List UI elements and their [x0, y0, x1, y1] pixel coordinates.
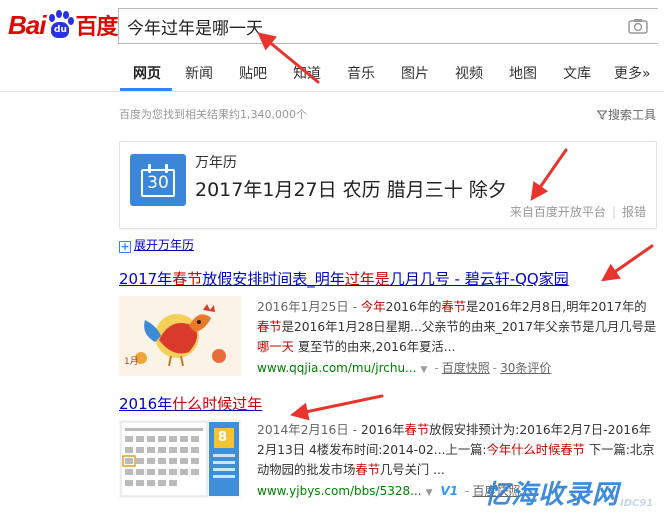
tab-news[interactable]: 新闻 [185, 63, 213, 83]
tab-images[interactable]: 图片 [401, 63, 429, 83]
header: Bai du 百度 [0, 0, 664, 54]
filter-icon [596, 110, 608, 120]
watermark-small: IDC91 [620, 498, 654, 509]
tab-zhidao[interactable]: 知道 [293, 63, 321, 83]
calendar-card: 30 万年历 2017年1月27日 农历 腊月三十 除夕 来自百度开放平台 | 报错 [119, 141, 657, 229]
search-tools-label: 搜索工具 [607, 108, 656, 122]
expand-calendar-label: 展开万年历 [134, 238, 195, 252]
annotation-arrow [601, 244, 654, 282]
calendar-icon: 30 [130, 154, 186, 206]
comments-link-1[interactable]: 30条评价 [500, 361, 551, 375]
tab-web[interactable]: 网页 [133, 63, 161, 83]
result-thumbnail-1[interactable]: 1月 [119, 296, 241, 376]
annotation-arrow [290, 394, 384, 421]
result-title-1[interactable]: 2017年春节放假安排时间表_明年过年是几月几号 - 碧云轩-QQ家园 [119, 268, 569, 289]
v1-badge[interactable]: V1 [440, 484, 458, 498]
result-thumbnail-2[interactable]: 8 [119, 420, 241, 498]
expand-calendar-link[interactable]: + 展开万年历 [119, 236, 194, 253]
search-box[interactable] [118, 8, 658, 44]
camera-icon[interactable] [628, 18, 648, 34]
search-tabs: 网页 新闻 贴吧 知道 音乐 图片 视频 地图 文库 更多» [0, 54, 664, 92]
paw-icon: du [46, 10, 75, 40]
thumb-day: 8 [218, 430, 228, 445]
active-tab-indicator [120, 88, 172, 91]
calendar-icon-day: 30 [141, 169, 175, 197]
result-url-2[interactable]: www.yjbys.com/bbs/5328... [257, 484, 422, 498]
result-url-row-2: www.yjbys.com/bbs/5328... ▼ V1- 百度快照 [257, 484, 521, 498]
tab-music[interactable]: 音乐 [347, 63, 375, 83]
snapshot-link-1[interactable]: 百度快照 [442, 361, 490, 375]
baidu-logo[interactable]: Bai du 百度 [8, 8, 118, 42]
dropdown-arrow-icon[interactable]: ▼ [426, 488, 433, 498]
tab-wenku[interactable]: 文库 [563, 63, 591, 83]
search-tools-button[interactable]: 搜索工具 [596, 106, 656, 123]
report-error-link[interactable]: 报错 [622, 205, 646, 219]
result-count: 百度为您找到相关结果约1,340,000个 [119, 108, 307, 121]
calendar-source: 来自百度开放平台 [509, 205, 606, 219]
search-input[interactable] [127, 9, 607, 43]
calendar-date: 2017年1月27日 农历 腊月三十 除夕 [195, 179, 507, 201]
result-abstract-1: 2016年1月25日 - 今年2016年的春节是2016年2月8日,明年2017… [257, 300, 657, 354]
tab-video[interactable]: 视频 [455, 63, 483, 83]
tab-map[interactable]: 地图 [509, 63, 537, 83]
result-url-row-1: www.qqjia.com/mu/jrchu... ▼ - 百度快照 -30条评价 [257, 361, 552, 375]
dropdown-arrow-icon[interactable]: ▼ [421, 365, 428, 375]
logo-bai: Bai [8, 9, 46, 40]
result-url-1[interactable]: www.qqjia.com/mu/jrchu... [257, 361, 417, 375]
logo-baidu-cn: 百度 [75, 15, 118, 40]
result-abstract-2: 2014年2月16日 - 2016年春节放假安排预计为:2016年2月7日-20… [257, 423, 655, 477]
result-title-2[interactable]: 2016年什么时候过年 [119, 393, 262, 414]
tab-more[interactable]: 更多» [614, 63, 651, 83]
watermark: 忆海收录网 [484, 480, 620, 510]
tab-tieba[interactable]: 贴吧 [239, 63, 267, 83]
plus-icon: + [119, 240, 131, 253]
calendar-source-row: 来自百度开放平台 | 报错 [509, 205, 646, 219]
calendar-title[interactable]: 万年历 [195, 152, 237, 172]
thumb-caption: 1月 [124, 357, 139, 367]
